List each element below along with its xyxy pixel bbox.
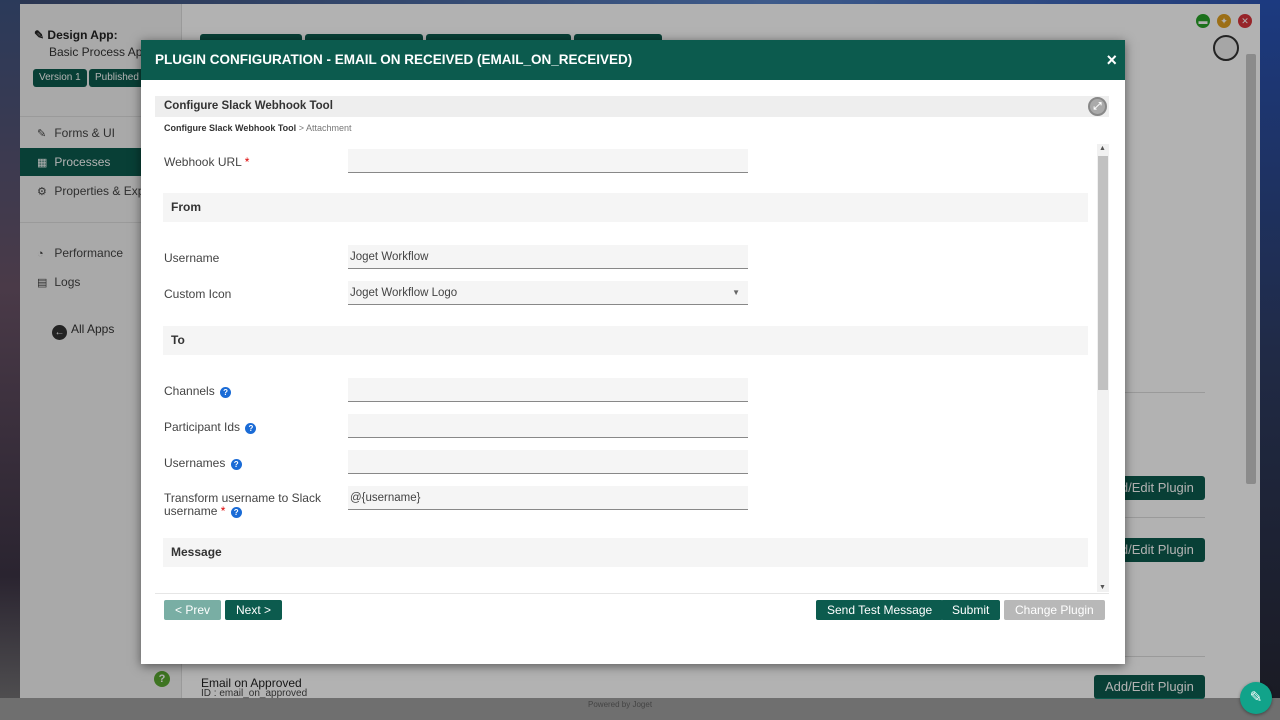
form-area: Webhook URL * From Username Joget Workfl… [155,144,1109,592]
participant-ids-label: Participant Ids ? [164,421,257,434]
footer-divider [155,593,1109,594]
desktop-background-left [0,0,20,720]
channels-input[interactable] [348,378,748,402]
scroll-up-icon[interactable]: ▲ [1099,145,1106,152]
next-button[interactable]: Next > [225,600,283,620]
username-input[interactable]: Joget Workflow [348,245,748,269]
to-section-header: To [163,326,1088,355]
submit-button[interactable]: Submit [941,600,1001,620]
participant-ids-input[interactable] [348,414,748,438]
fullscreen-icon[interactable]: ⤢ [1088,97,1107,116]
form-scrollbar[interactable]: ▲ ▼ [1097,144,1109,592]
from-section-header: From [163,193,1088,222]
help-icon[interactable]: ? [230,459,242,470]
help-icon[interactable]: ? [220,387,232,398]
breadcrumb: Configure Slack Webhook Tool > Attachmen… [164,123,352,133]
username-label: Username [164,251,220,265]
custom-icon-label: Custom Icon [164,287,232,301]
help-icon[interactable]: ? [230,507,242,518]
scrollbar-thumb[interactable] [1098,156,1108,390]
transform-username-input[interactable]: @{username} [348,486,748,510]
usernames-input[interactable] [348,450,748,474]
breadcrumb-separator: > [298,123,304,133]
help-icon[interactable]: ? [245,423,257,434]
custom-icon-select[interactable]: Joget Workflow Logo ▼ [348,281,748,305]
close-icon[interactable]: × [1106,40,1117,80]
change-plugin-button[interactable]: Change Plugin [1004,600,1105,620]
desktop-background-right [1260,0,1280,720]
transform-username-label: Transform username to Slack username * ? [164,491,321,518]
dialog-title: PLUGIN CONFIGURATION - EMAIL ON RECEIVED… [155,52,633,67]
breadcrumb-current: Configure Slack Webhook Tool [164,123,297,133]
powered-by-text: Powered by Joget [588,700,653,709]
breadcrumb-next[interactable]: Attachment [306,123,352,133]
usernames-label: Usernames ? [164,457,242,470]
dropdown-arrow-icon: ▼ [732,288,740,297]
message-section-header: Message [163,538,1088,567]
dialog-header: PLUGIN CONFIGURATION - EMAIL ON RECEIVED… [141,40,1125,80]
plugin-config-dialog: PLUGIN CONFIGURATION - EMAIL ON RECEIVED… [141,40,1125,664]
send-test-message-button[interactable]: Send Test Message [816,600,944,620]
channels-label: Channels ? [164,385,232,398]
prev-button[interactable]: < Prev [164,600,222,620]
pencil-icon[interactable]: ✎ [1240,682,1272,714]
webhook-url-label: Webhook URL * [164,155,250,169]
scroll-down-icon[interactable]: ▼ [1099,584,1106,591]
webhook-url-input[interactable] [348,149,748,173]
config-title: Configure Slack Webhook Tool [164,100,333,112]
config-title-bar: Configure Slack Webhook Tool ⤢ [155,96,1109,117]
